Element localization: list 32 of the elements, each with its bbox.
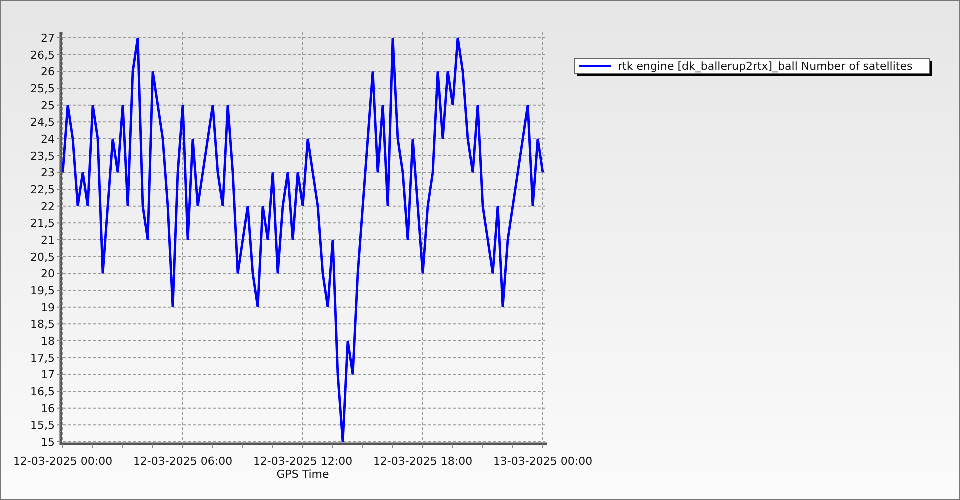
x-tick-label: 12-03-2025 18:00 (373, 455, 473, 468)
x-tick-label: 12-03-2025 12:00 (253, 455, 353, 468)
y-tick-label: 25,5 (30, 82, 55, 96)
y-tick-label: 26 (41, 66, 55, 79)
y-tick-label: 21 (41, 234, 55, 247)
x-tick-label: 12-03-2025 00:00 (13, 455, 113, 468)
x-tick-label: 12-03-2025 06:00 (133, 455, 233, 468)
y-tick-label: 23 (41, 166, 55, 180)
y-tick-label: 22 (41, 200, 55, 214)
y-tick-label: 25 (41, 99, 55, 112)
y-tick-label: 18,5 (30, 318, 55, 332)
y-tick-label: 27 (41, 32, 55, 45)
y-tick-label: 18 (41, 335, 55, 348)
y-tick-label: 17,5 (30, 352, 55, 365)
y-tick-label: 26,5 (30, 48, 55, 62)
y-tick-label: 17 (41, 368, 55, 382)
y-tick-label: 15,5 (30, 419, 55, 432)
legend-label: rtk engine [dk_ballerup2rtx]_ball Number of satellites (618, 60, 913, 73)
y-tick-label: 16 (41, 402, 55, 416)
y-tick-label: 16,5 (30, 386, 55, 398)
y-tick-label: 15 (41, 436, 55, 449)
y-tick-label: 24,5 (30, 116, 55, 130)
y-tick-label: 19,5 (30, 284, 55, 298)
y-tick-label: 19 (41, 301, 55, 314)
y-tick-label: 20 (41, 268, 55, 281)
y-tick-label: 20,5 (30, 250, 55, 264)
axis-title: GPS Time (276, 468, 330, 481)
y-tick-label: 24 (41, 133, 55, 146)
y-tick-label: 22,5 (30, 184, 55, 196)
y-tick-label: 23,5 (30, 150, 55, 163)
x-tick-label: 13-03-2025 00:00 (493, 455, 593, 468)
y-tick-label: 21,5 (30, 217, 55, 230)
